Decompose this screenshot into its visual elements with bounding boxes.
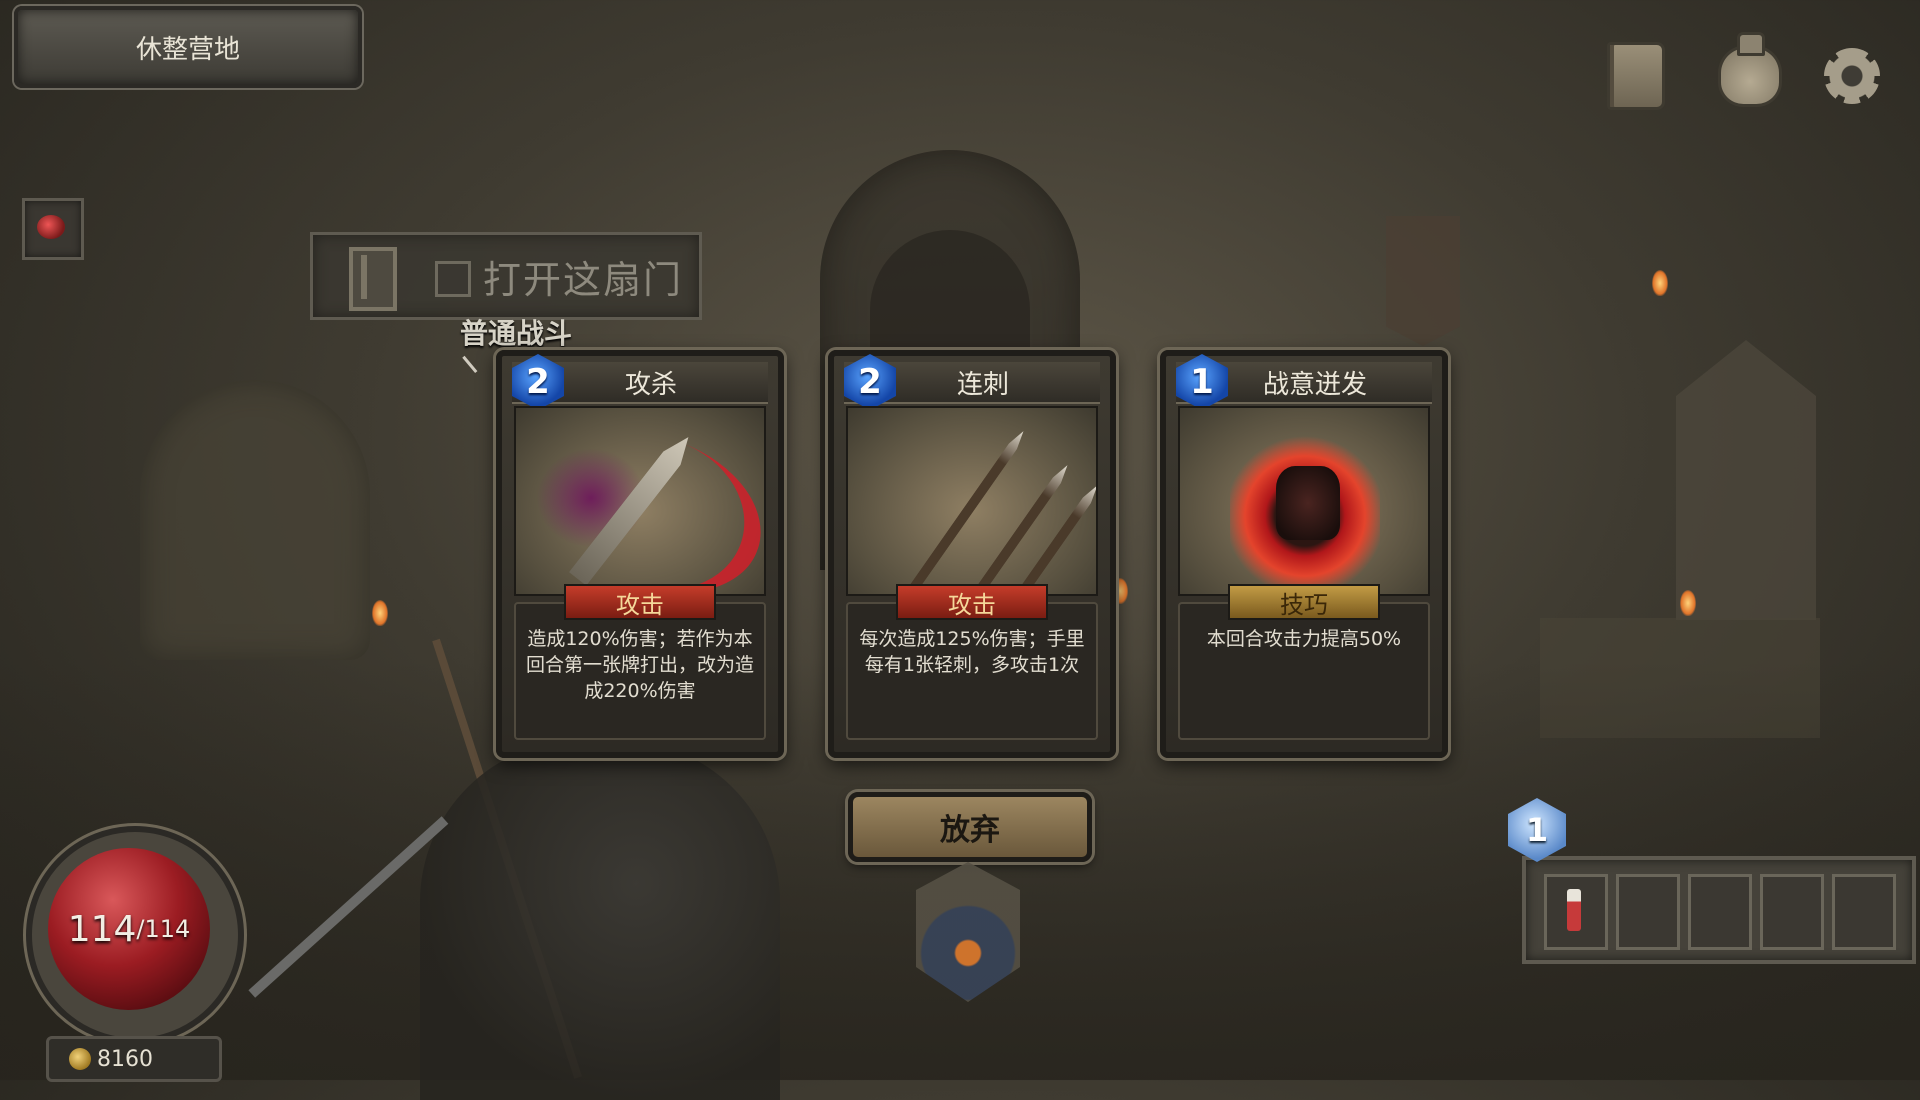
card-attack-kill[interactable]: 攻杀 2 攻击 造成120%伤害；若作为本回合第一张牌打出，改为造成220%伤害 [496, 350, 784, 758]
card-type-banner: 攻击 [896, 584, 1048, 620]
coin-icon [69, 1048, 91, 1070]
location-title: 休整营地 [14, 6, 362, 88]
relic-slot[interactable] [22, 198, 84, 260]
card-description: 造成120%伤害；若作为本回合第一张牌打出，改为造成220%伤害 [525, 628, 754, 702]
altar-flame-icon [1680, 590, 1696, 616]
candle-altar [1540, 618, 1820, 738]
card-art-blade [514, 406, 766, 596]
red-potion-icon [1567, 889, 1581, 931]
hp-current: 114 [67, 908, 137, 950]
campfire-tent-icon[interactable] [916, 862, 1020, 1002]
torch-flame-icon [1652, 270, 1668, 296]
door-icon [349, 247, 397, 311]
bag-icon[interactable] [1714, 32, 1786, 112]
card-combo-stab[interactable]: 连刺 2 攻击 每次造成125%伤害；手里每有1张轻刺，多攻击1次 [828, 350, 1116, 758]
card-type-banner: 技巧 [1228, 584, 1380, 620]
card-name: 连刺 [956, 369, 1009, 400]
potion-slot[interactable] [1616, 874, 1680, 950]
card-name: 攻杀 [624, 369, 677, 400]
wall-banner [1386, 216, 1460, 346]
potion-slot[interactable] [1544, 874, 1608, 950]
card-art-fist [1178, 406, 1430, 596]
hp-max: /114 [136, 915, 191, 943]
card-description: 每次造成125%伤害；手里每有1张轻刺，多攻击1次 [859, 628, 1085, 676]
door-prompt[interactable]: 打开这扇门 [310, 232, 702, 320]
door-checkbox[interactable] [435, 261, 471, 297]
potion-count-gem-icon: 1 [1508, 798, 1566, 862]
gold-counter: 8160 [46, 1036, 222, 1082]
shrine-statue [1676, 340, 1816, 620]
hp-orb: 114/114 [48, 848, 210, 1010]
card-name: 战意迸发 [1262, 369, 1367, 400]
book-icon[interactable] [1600, 40, 1672, 112]
card-art-spears [846, 406, 1098, 596]
potion-slot[interactable] [1688, 874, 1752, 950]
card-description: 本回合攻击力提高50% [1206, 628, 1402, 650]
tree-carving-wall [140, 380, 370, 660]
potion-slot[interactable] [1760, 874, 1824, 950]
card-type-banner: 攻击 [564, 584, 716, 620]
player-knight [420, 740, 780, 1100]
card-battle-fury[interactable]: 战意迸发 1 技巧 本回合攻击力提高50% [1160, 350, 1448, 758]
gear-icon[interactable] [1816, 40, 1888, 112]
red-relic-icon [37, 215, 65, 239]
gold-amount: 8160 [97, 1046, 153, 1072]
abandon-button[interactable]: 放弃 [848, 792, 1092, 862]
door-label: 打开这扇门 [483, 258, 684, 302]
potion-belt [1522, 856, 1916, 964]
potion-slot[interactable] [1832, 874, 1896, 950]
candle-flame-icon [372, 600, 388, 626]
knight-sword [248, 816, 449, 998]
